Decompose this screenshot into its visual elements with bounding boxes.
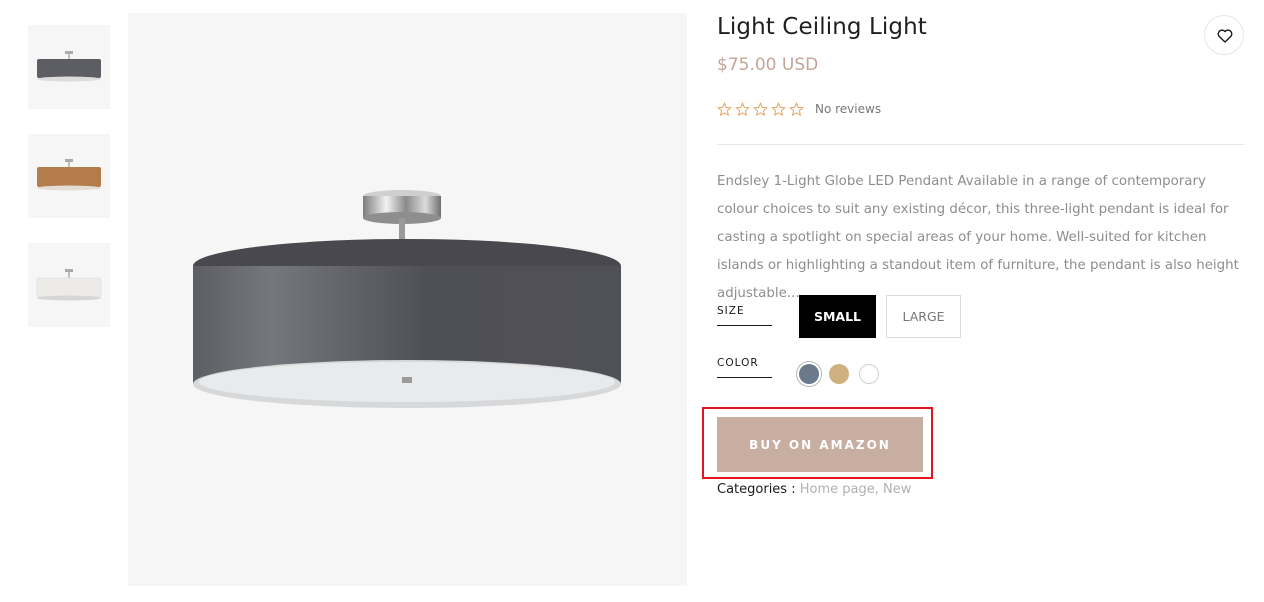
size-option-large[interactable]: LARGE (886, 295, 961, 338)
thumbnail-copper-lamp[interactable] (28, 134, 110, 218)
thumbnail-white-lamp[interactable] (28, 243, 110, 327)
star-outline-icon (753, 102, 768, 117)
star-outline-icon (789, 102, 804, 117)
product-description: Endsley 1-Light Globe LED Pendant Availa… (717, 174, 1239, 301)
buy-on-amazon-button[interactable]: BUY ON AMAZON (717, 417, 923, 472)
star-outline-icon (771, 102, 786, 117)
rating-stars (717, 102, 804, 117)
categories-label: Categories : (717, 482, 800, 497)
heart-icon (1217, 29, 1233, 43)
color-swatch-white[interactable] (859, 364, 879, 384)
pendant-lamp-copper-image (37, 159, 101, 191)
main-product-image (128, 13, 687, 586)
product-title: Light Ceiling Light (717, 14, 927, 40)
star-outline-icon (735, 102, 750, 117)
product-price: $75.00 USD (717, 55, 819, 75)
wishlist-button[interactable] (1204, 15, 1244, 55)
color-swatch-tan[interactable] (829, 364, 849, 384)
color-swatch-grey[interactable] (799, 364, 819, 384)
category-link-home-page[interactable]: Home page (800, 482, 875, 497)
size-option-small[interactable]: SMALL (799, 295, 876, 338)
pendant-lamp-white-image (36, 269, 102, 301)
color-label: COLOR (717, 357, 772, 378)
pendant-lamp-grey-image (37, 51, 101, 82)
star-outline-icon (717, 102, 732, 117)
category-separator: , (874, 482, 883, 497)
divider (717, 144, 1244, 145)
reviews-count: No reviews (815, 102, 882, 116)
thumbnail-grey-lamp[interactable] (28, 25, 110, 109)
categories: Categories : Home page, New (717, 482, 911, 497)
size-label: SIZE (717, 305, 772, 326)
pendant-lamp-grey-image (193, 190, 621, 408)
category-link-new[interactable]: New (883, 482, 911, 497)
